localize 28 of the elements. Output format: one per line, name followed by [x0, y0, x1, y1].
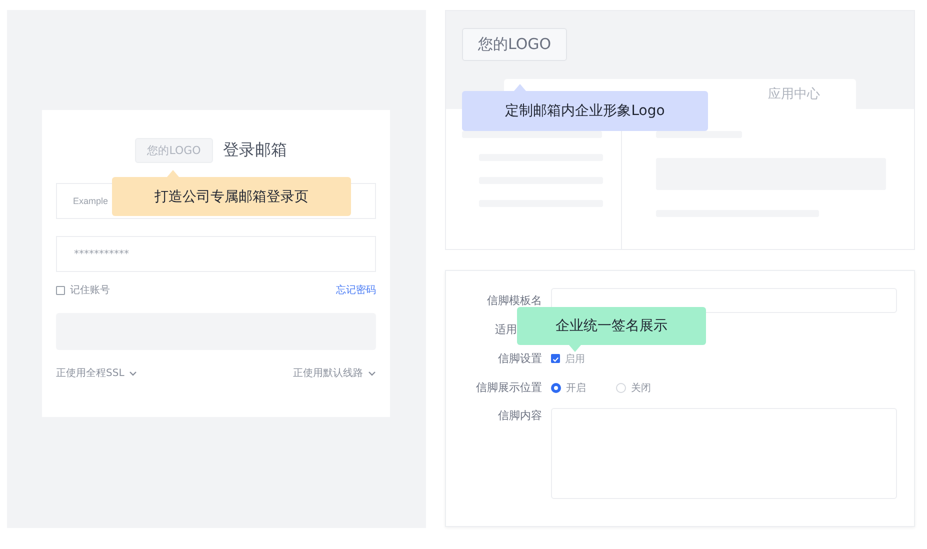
checkbox-label: 启用	[565, 352, 585, 366]
pointer-icon	[569, 345, 581, 352]
checkbox[interactable]	[551, 354, 560, 363]
form-label: 适用	[495, 322, 517, 337]
checkbox[interactable]	[56, 286, 65, 294]
ssl-select[interactable]: 正使用全程SSL	[56, 366, 138, 380]
password-field[interactable]: ***********	[56, 236, 376, 272]
logo-field[interactable]: 您的LOGO	[135, 138, 213, 163]
forgot-password-link[interactable]: 忘记密码	[336, 283, 376, 297]
callout-tooltip: 企业统一签名展示	[517, 307, 706, 345]
logo-field[interactable]: 您的LOGO	[462, 28, 568, 61]
chevron-down-icon	[368, 370, 376, 376]
form-label: 信脚展示位置	[476, 380, 542, 395]
chevron-down-icon	[129, 370, 138, 376]
form-label: 信脚内容	[498, 408, 542, 423]
radio-label: 开启	[566, 382, 586, 394]
radio-label: 关闭	[631, 382, 651, 394]
callout-tooltip: 定制邮箱内企业形象Logo	[462, 91, 708, 131]
form-label: 信脚设置	[498, 351, 542, 366]
login-title: 登录邮箱	[222, 140, 287, 161]
pointer-icon	[514, 84, 526, 91]
form-label: 信脚模板名	[487, 293, 542, 308]
pointer-icon	[167, 170, 179, 177]
route-select[interactable]: 正使用默认线路	[293, 366, 376, 380]
callout-tooltip: 打造公司专属邮箱登录页	[112, 177, 351, 216]
tab[interactable]: 应用中心	[768, 79, 820, 109]
radio-button[interactable]	[551, 382, 561, 392]
checkbox-label: 记住账号	[70, 284, 110, 297]
